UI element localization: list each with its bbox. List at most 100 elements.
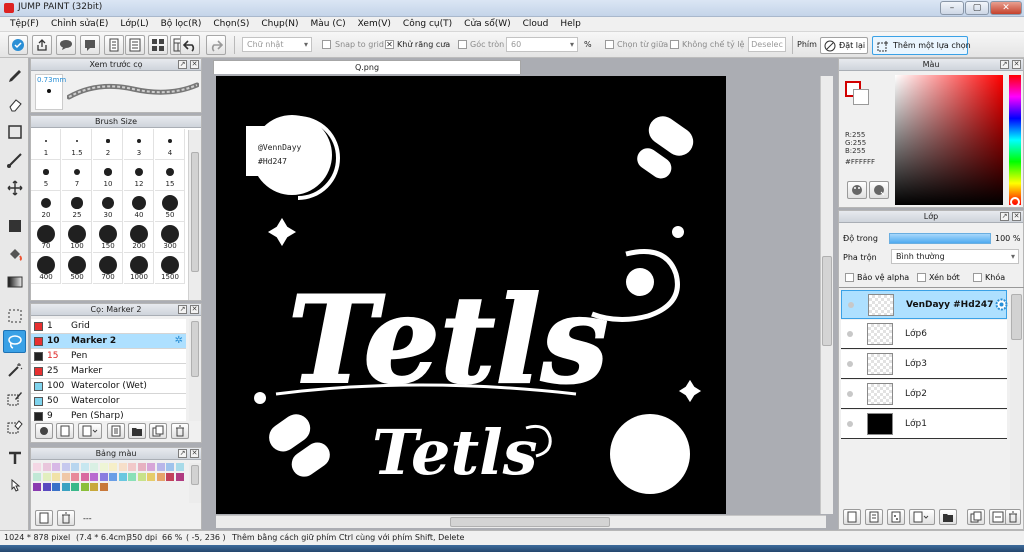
menu-color[interactable]: Màu (C): [305, 17, 352, 31]
palette-swatch[interactable]: [109, 463, 117, 471]
line-tool[interactable]: [3, 148, 26, 171]
popout-icon[interactable]: ↗: [178, 449, 187, 458]
brush-size-cell[interactable]: 7: [62, 160, 92, 191]
brush-list-scrollbar[interactable]: [189, 319, 201, 421]
brush-size-cell[interactable]: 3: [124, 129, 154, 160]
brush-size-cell[interactable]: 40: [124, 191, 154, 222]
palette-swatch[interactable]: [99, 463, 108, 471]
brush-folder-button[interactable]: [128, 423, 146, 439]
palette-swatch[interactable]: [137, 463, 146, 471]
popout-icon[interactable]: ↗: [1000, 60, 1009, 69]
layer-scrollbar[interactable]: [1010, 290, 1023, 500]
menu-tools[interactable]: Công cụ(T): [397, 17, 458, 31]
brush-size-cell[interactable]: 150: [93, 222, 123, 253]
gradient-tool[interactable]: [3, 270, 26, 293]
brush-size-cell[interactable]: 500: [62, 253, 92, 284]
menu-view[interactable]: Xem(V): [352, 17, 397, 31]
delete-palette-button[interactable]: [57, 510, 75, 526]
lock-checkbox[interactable]: [973, 273, 982, 282]
blend-mode-select[interactable]: Bình thường ▾: [891, 249, 1019, 264]
menu-layer[interactable]: Lớp(L): [114, 17, 154, 31]
menu-select[interactable]: Chọn(S): [207, 17, 255, 31]
add-selection-button[interactable]: Thêm một lựa chọn: [872, 36, 971, 55]
duplicate-brush-button[interactable]: [149, 423, 167, 439]
brush-size-cell[interactable]: 100: [62, 222, 92, 253]
close-icon[interactable]: ✕: [190, 449, 199, 458]
deselect-button[interactable]: Deselec: [748, 37, 786, 52]
shape-select[interactable]: Chữ nhật ▾: [242, 37, 312, 52]
brush-size-cell[interactable]: 50: [155, 191, 185, 222]
brush-list-item[interactable]: 100 Watercolor (Wet): [31, 379, 186, 394]
brush-list-item[interactable]: 1 Grid: [31, 319, 186, 334]
visibility-icon[interactable]: [847, 391, 853, 397]
palette-swatch[interactable]: [52, 463, 60, 471]
eraser-tool[interactable]: [3, 92, 26, 115]
palette-swatch[interactable]: [175, 463, 184, 471]
menu-edit[interactable]: Chỉnh sửa(E): [45, 17, 114, 31]
layer-row[interactable]: Lớp1: [841, 410, 1007, 439]
protect-alpha-checkbox[interactable]: [845, 273, 854, 282]
palette-swatch[interactable]: [166, 473, 174, 481]
popout-icon[interactable]: ↗: [178, 60, 187, 69]
secondary-color-swatch[interactable]: [853, 89, 869, 105]
undo-button[interactable]: [180, 35, 200, 55]
brush-size-cell[interactable]: 30: [93, 191, 123, 222]
hue-slider[interactable]: [1009, 75, 1021, 207]
palette-swatch[interactable]: [33, 483, 41, 491]
reset-button[interactable]: Đặt lại: [820, 37, 868, 54]
page-button[interactable]: [125, 35, 145, 55]
brush-size-cell[interactable]: 4: [155, 129, 185, 160]
brush-size-cell[interactable]: 70: [31, 222, 61, 253]
new-brush-button[interactable]: [56, 423, 74, 439]
palette-swatch[interactable]: [33, 473, 41, 481]
scroll-thumb[interactable]: [191, 321, 199, 377]
palette-swatch[interactable]: [42, 473, 51, 481]
palette-swatch[interactable]: [109, 473, 117, 481]
antialias-checkbox[interactable]: ✕: [385, 40, 394, 49]
palette-swatch[interactable]: [147, 473, 155, 481]
hue-handle[interactable]: [1010, 197, 1020, 207]
menu-cloud[interactable]: Cloud: [517, 17, 555, 31]
minimize-button[interactable]: –: [940, 1, 964, 15]
clip-checkbox[interactable]: [917, 273, 926, 282]
rectangle-tool[interactable]: [3, 120, 26, 143]
corner-checkbox[interactable]: [458, 40, 467, 49]
grid-view-button[interactable]: [148, 35, 168, 55]
palette-swatch[interactable]: [52, 483, 60, 491]
palette-swatch[interactable]: [166, 463, 174, 471]
operation-tool[interactable]: [3, 474, 26, 497]
brush-list-item[interactable]: 15 Pen: [31, 349, 186, 364]
layer-row[interactable]: Lớp2: [841, 380, 1007, 409]
layer-folder-button[interactable]: [939, 509, 957, 525]
brush-list-item[interactable]: 9 Pen (Sharp): [31, 409, 186, 421]
scroll-thumb[interactable]: [191, 152, 199, 272]
brush-size-scrollbar[interactable]: [188, 130, 201, 300]
palette-swatch[interactable]: [99, 483, 108, 491]
brush-size-cell[interactable]: 25: [62, 191, 92, 222]
color-picker-button[interactable]: [847, 181, 867, 199]
document-tab[interactable]: Q.png: [213, 60, 521, 74]
scroll-thumb[interactable]: [822, 256, 832, 346]
document-button[interactable]: [104, 35, 124, 55]
brush-size-cell[interactable]: 1: [31, 129, 61, 160]
canvas-vertical-scrollbar[interactable]: [820, 76, 833, 514]
brush-list-item[interactable]: 25 Marker: [31, 364, 186, 379]
brush-size-cell[interactable]: 1500: [155, 253, 185, 284]
palette-swatch[interactable]: [128, 473, 136, 481]
cloud-sync-button[interactable]: [8, 35, 28, 55]
layer-row[interactable]: VenDayy #Hd247: [841, 290, 1008, 319]
copy-brush-button[interactable]: [107, 423, 125, 439]
select-pen-tool[interactable]: [3, 386, 26, 409]
move-tool[interactable]: [3, 176, 26, 199]
comment-button[interactable]: [56, 35, 76, 55]
palette-swatch[interactable]: [80, 483, 89, 491]
palette-swatch[interactable]: [80, 463, 89, 471]
palette-scrollbar[interactable]: [189, 463, 201, 503]
palette-swatch[interactable]: [147, 463, 155, 471]
palette-swatch[interactable]: [33, 463, 41, 471]
delete-layer-button[interactable]: [1005, 509, 1021, 525]
share-button[interactable]: [32, 35, 52, 55]
palette-swatch[interactable]: [42, 483, 51, 491]
snap-to-grid-checkbox[interactable]: [322, 40, 331, 49]
brush-size-cell[interactable]: 200: [124, 222, 154, 253]
